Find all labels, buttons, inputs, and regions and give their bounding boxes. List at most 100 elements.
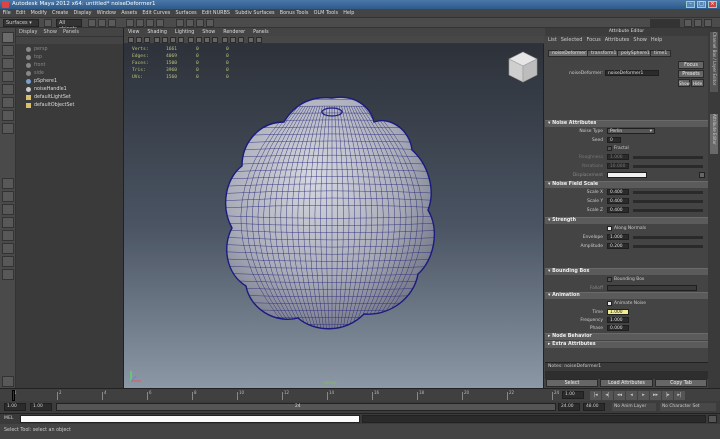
history-icon[interactable] — [176, 19, 184, 27]
anim-layer-dropdown[interactable]: No Anim Layer — [612, 403, 656, 411]
outliner-item-psphere1[interactable]: pSphere1 — [26, 78, 57, 85]
script-editor-icon[interactable] — [708, 415, 717, 423]
menu-edit-nurbs[interactable]: Edit NURBS — [199, 9, 232, 18]
ae-tab-time1[interactable]: time1 — [650, 50, 672, 57]
outliner-item-noisehandle1[interactable]: noiseHandle1 — [26, 86, 67, 93]
roughness-field[interactable]: 1.000 — [607, 154, 629, 160]
menu-assets[interactable]: Assets — [119, 9, 140, 18]
snap-plane-icon[interactable] — [156, 19, 164, 27]
camera-attributes-icon[interactable] — [136, 37, 142, 43]
layout-hypergraph-icon[interactable] — [2, 256, 14, 267]
step-forward-button[interactable]: |▸ — [662, 391, 673, 400]
bookmarks-icon[interactable] — [144, 37, 150, 43]
manipulator-tool-icon[interactable] — [2, 110, 14, 121]
section-extra-attributes[interactable]: ▸ Extra Attributes — [545, 341, 708, 348]
ae-menu-attributes[interactable]: Attributes — [605, 37, 630, 43]
textured-icon[interactable] — [222, 37, 228, 43]
animate-noise-checkbox[interactable] — [607, 301, 612, 306]
roughness-slider[interactable] — [633, 156, 703, 159]
outliner-item-persp[interactable]: persp — [26, 46, 48, 53]
viewport-menu-renderer[interactable]: Renderer — [223, 30, 245, 35]
current-frame-field[interactable]: 1.00 — [562, 391, 584, 399]
section-noise-field-scale[interactable]: ▾ Noise Field Scale — [545, 181, 708, 188]
select-object-icon[interactable] — [98, 19, 106, 27]
view-cube[interactable] — [506, 50, 540, 84]
play-forward-button[interactable]: ▸ — [638, 391, 649, 400]
scale-x-field[interactable]: 0.400 — [607, 189, 629, 195]
viewport-menu-view[interactable]: View — [128, 30, 139, 35]
menu-help[interactable]: Help — [341, 9, 357, 18]
new-scene-icon[interactable] — [44, 19, 52, 27]
section-animation[interactable]: ▾ Animation — [545, 292, 708, 299]
phase-field[interactable]: 0.000 — [607, 325, 629, 331]
mel-input[interactable] — [20, 415, 360, 423]
image-plane-icon[interactable] — [154, 37, 160, 43]
section-bounding-box[interactable]: ▾ Bounding Box — [545, 268, 708, 275]
play-backward-button[interactable]: ◂ — [626, 391, 637, 400]
outliner-menu-show[interactable]: Show — [43, 29, 57, 35]
viewport-menu-lighting[interactable]: Lighting — [175, 30, 194, 35]
current-time-marker[interactable] — [12, 390, 15, 401]
maximize-button[interactable]: □ — [697, 1, 706, 8]
ae-tab-polysphere1[interactable]: polySphere1 — [617, 50, 654, 57]
frequency-field[interactable]: 1.000 — [607, 317, 629, 323]
show-button[interactable]: Show — [678, 79, 690, 87]
show-attribute-editor-icon[interactable] — [694, 19, 702, 27]
select-hierarchy-icon[interactable] — [88, 19, 96, 27]
outliner-menu-panels[interactable]: Panels — [63, 29, 79, 35]
layout-outliner-icon[interactable] — [2, 217, 14, 228]
amplitude-field[interactable]: 0.200 — [607, 243, 629, 249]
ipr-render-icon[interactable] — [196, 19, 204, 27]
displacement-map-button[interactable] — [699, 172, 705, 178]
menu-file[interactable]: File — [0, 9, 13, 18]
menu-olm-tools[interactable]: OLM Tools — [311, 9, 341, 18]
render-settings-icon[interactable] — [206, 19, 214, 27]
prev-key-button[interactable]: ◂◂ — [614, 391, 625, 400]
outliner-item-top[interactable]: top — [26, 54, 42, 61]
layout-single-icon[interactable] — [2, 178, 14, 189]
layout-four-icon[interactable] — [2, 191, 14, 202]
section-strength[interactable]: ▾ Strength — [545, 217, 708, 224]
outliner-item-front[interactable]: front — [26, 62, 45, 69]
snap-grid-icon[interactable] — [126, 19, 134, 27]
menu-subdiv-surfaces[interactable]: Subdiv Surfaces — [233, 9, 278, 18]
select-camera-icon[interactable] — [128, 37, 134, 43]
quick-select-field[interactable] — [650, 19, 680, 27]
playback-start-field[interactable]: 1.00 — [30, 403, 52, 411]
mel-label[interactable]: MEL — [4, 416, 13, 421]
hide-button[interactable]: Hide — [691, 79, 704, 87]
copy-tab-button[interactable]: Copy Tab — [655, 379, 707, 387]
noise-type-dropdown[interactable]: Perlin ▾ — [607, 128, 655, 134]
selection-mask-dropdown[interactable]: All objects — [56, 19, 82, 32]
load-attributes-button[interactable]: Load Attributes — [600, 379, 653, 387]
section-noise-attributes[interactable]: ▾ Noise Attributes — [545, 120, 708, 127]
close-button[interactable]: × — [708, 1, 717, 8]
viewport-menu-panels[interactable]: Panels — [253, 30, 268, 35]
fractal-checkbox[interactable] — [607, 146, 612, 151]
menu-window[interactable]: Window — [94, 9, 118, 18]
ae-menu-help[interactable]: Help — [651, 37, 662, 43]
outliner-menu-display[interactable]: Display — [19, 29, 37, 35]
outliner-item-defaultobjectset[interactable]: defaultObjectSet — [26, 102, 74, 109]
wireframe-icon[interactable] — [188, 37, 194, 43]
render-icon[interactable] — [186, 19, 194, 27]
select-component-icon[interactable] — [108, 19, 116, 27]
channel-box-tab[interactable]: Channel Box / Layer Editor — [710, 32, 718, 92]
select-tool-icon[interactable] — [2, 32, 14, 43]
deformed-sphere-mesh[interactable] — [214, 78, 454, 338]
time-field[interactable]: 1.000 — [607, 309, 629, 315]
displacement-color-swatch[interactable] — [607, 172, 647, 178]
menu-edit[interactable]: Edit — [13, 9, 28, 18]
menu-display[interactable]: Display — [71, 9, 94, 18]
end-time-field[interactable]: 48.00 — [583, 403, 605, 411]
rotate-tool-icon[interactable] — [2, 84, 14, 95]
isolate-select-icon[interactable] — [248, 37, 254, 43]
envelope-slider[interactable] — [633, 236, 703, 239]
resolution-gate-icon[interactable] — [178, 37, 184, 43]
outliner-search-bar[interactable] — [16, 36, 123, 44]
envelope-field[interactable]: 1.000 — [607, 234, 629, 240]
scale-x-slider[interactable] — [633, 191, 703, 194]
layout-script-icon[interactable] — [2, 269, 14, 280]
ae-menu-focus[interactable]: Focus — [586, 37, 600, 43]
ae-menu-show[interactable]: Show — [633, 37, 647, 43]
